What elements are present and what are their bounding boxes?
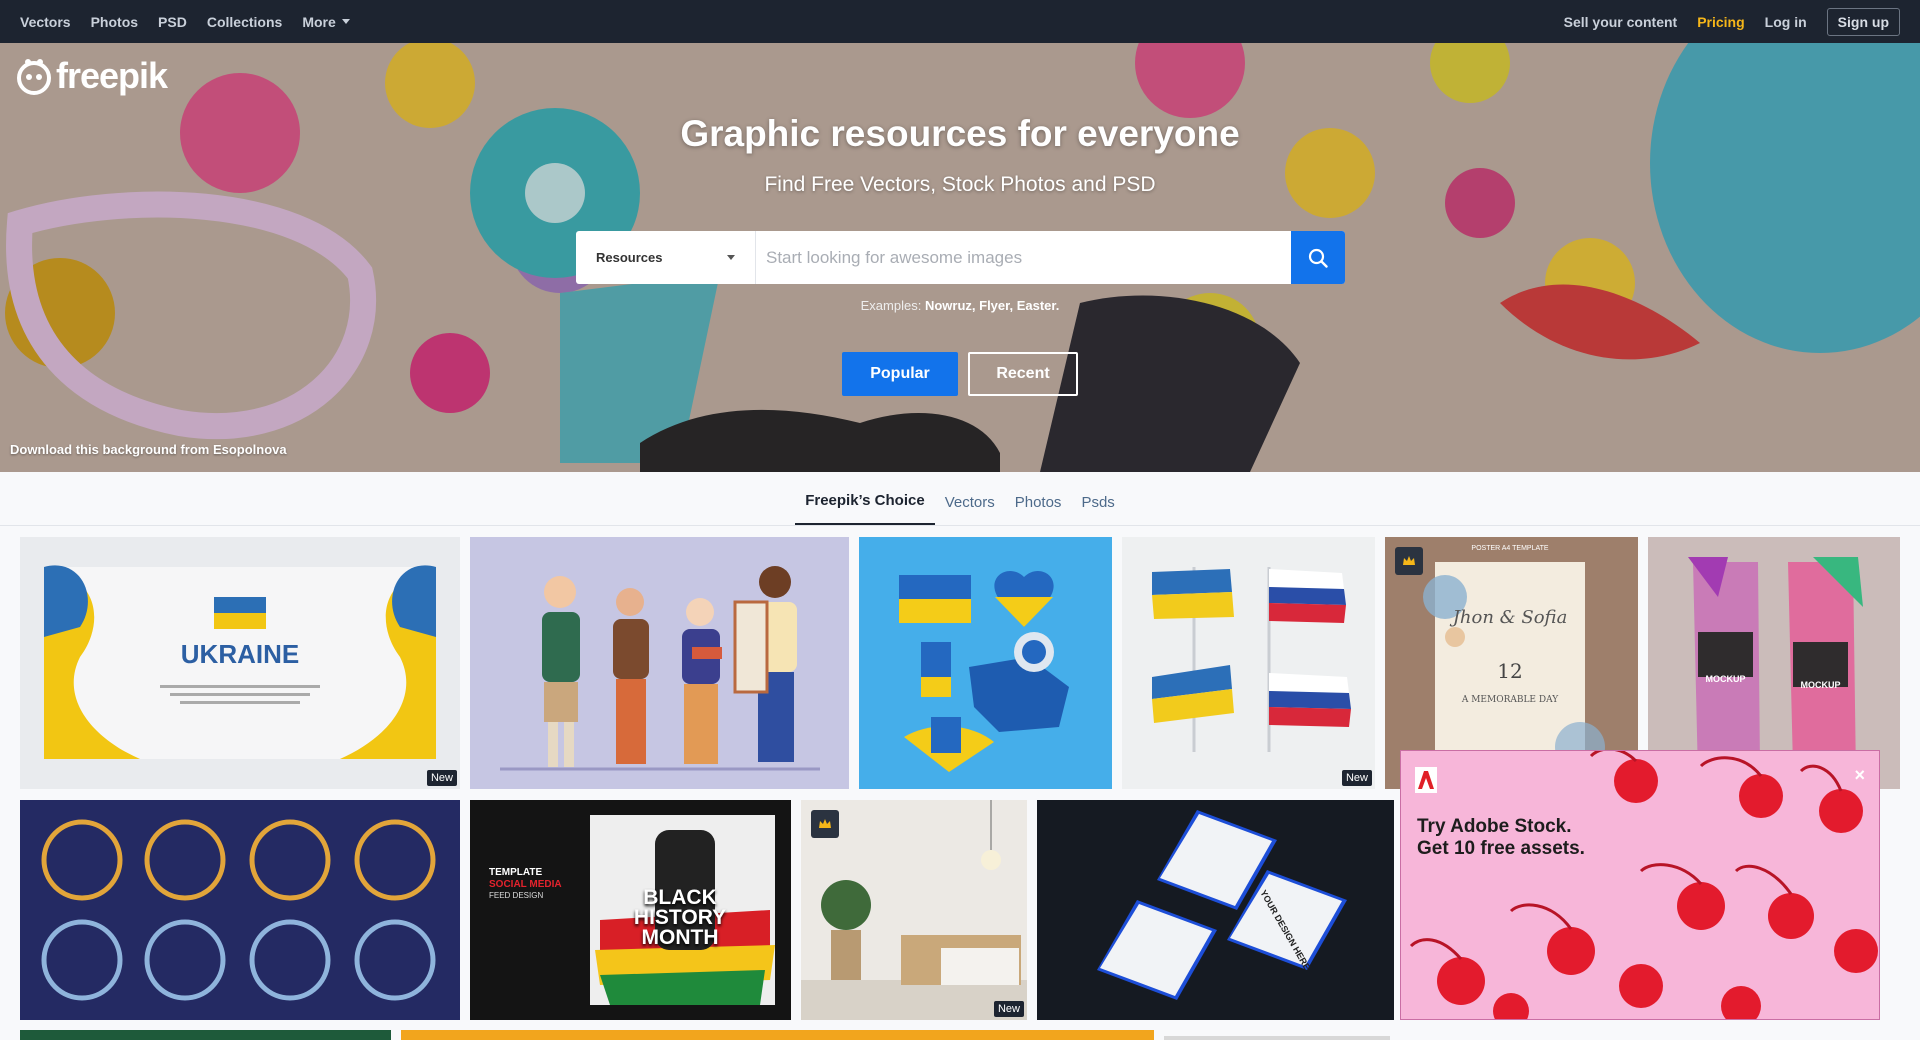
hero-title: Graphic resources for everyone xyxy=(680,113,1240,154)
adobe-stock-ad[interactable]: Try Adobe Stock. Get 10 free assets. × xyxy=(1400,750,1880,1020)
ad-close-icon[interactable]: × xyxy=(1854,765,1865,786)
bhm-feed-label: FEED DESIGN xyxy=(489,891,544,900)
hero-buttons: Popular Recent xyxy=(0,352,1920,396)
image-tile-ukraine-banner[interactable]: UKRAINE New xyxy=(20,537,460,789)
premium-badge xyxy=(1395,547,1423,575)
tab-freepik-choice[interactable]: Freepik’s Choice xyxy=(795,492,935,525)
image-tile-frames[interactable] xyxy=(20,800,460,1020)
ukraine-banner-text: UKRAINE xyxy=(180,639,300,669)
tab-vectors[interactable]: Vectors xyxy=(935,494,1005,525)
freepik-logo-icon xyxy=(17,59,51,95)
students-illustration xyxy=(470,537,849,789)
search-input[interactable] xyxy=(756,231,1291,284)
new-badge: New xyxy=(993,1001,1024,1017)
search-bar: Resources xyxy=(576,231,1345,284)
crown-icon xyxy=(1403,556,1415,565)
new-badge: New xyxy=(426,770,457,786)
flags-image xyxy=(1122,537,1375,789)
adobe-logo-icon xyxy=(1415,767,1437,793)
recent-button[interactable]: Recent xyxy=(968,352,1078,396)
phone-mockup-image xyxy=(1037,800,1394,1020)
invite-date: 12 xyxy=(1497,659,1523,683)
bhm-social-label: SOCIAL MEDIA xyxy=(489,879,562,890)
invite-footer: A MEMORABLE DAY xyxy=(1461,695,1559,705)
background-credit-link[interactable]: Download this background from Esopolnova xyxy=(10,442,287,457)
popular-button[interactable]: Popular xyxy=(842,352,958,396)
top-nav: Vectors Photos PSD Collections More Sell… xyxy=(0,0,1920,43)
bhm-template-label: TEMPLATE xyxy=(489,867,543,878)
example-link-flyer[interactable]: Flyer, xyxy=(979,298,1013,313)
cherries-pattern xyxy=(1409,751,1878,1019)
freepik-logo-text: freepik xyxy=(56,55,168,96)
hero-subtitle: Find Free Vectors, Stock Photos and PSD xyxy=(764,173,1156,196)
resource-type-dropdown[interactable]: Resources xyxy=(576,231,756,284)
caret-down-icon xyxy=(727,255,735,260)
search-examples: Examples: Nowruz, Flyer, Easter. xyxy=(0,298,1920,313)
mockup-label-right: MOCKUP xyxy=(1800,680,1841,690)
content-tabs: Freepik’s Choice Vectors Photos Psds xyxy=(0,472,1920,526)
game-frames-image xyxy=(20,800,460,1020)
image-tile-interior[interactable]: New xyxy=(801,800,1027,1020)
premium-badge xyxy=(811,810,839,838)
ad-title: Try Adobe Stock. Get 10 free assets. xyxy=(1417,816,1585,860)
ad-title-line1: Try Adobe Stock. xyxy=(1417,816,1572,837)
nav-more-label: More xyxy=(302,13,336,30)
nav-pricing[interactable]: Pricing xyxy=(1697,14,1744,30)
image-tile-phone-mockup[interactable]: YOUR DESIGN HERE xyxy=(1037,800,1394,1020)
freepik-logo[interactable]: freepik xyxy=(14,55,168,97)
invite-names: Jhon & Sofia xyxy=(1452,607,1568,628)
nav-sell-content[interactable]: Sell your content xyxy=(1564,14,1678,30)
tab-photos[interactable]: Photos xyxy=(1005,494,1072,525)
search-button[interactable] xyxy=(1291,231,1345,284)
new-badge: New xyxy=(1341,770,1372,786)
image-tile-black-history[interactable]: TEMPLATE SOCIAL MEDIA FEED DESIGN BLACK … xyxy=(470,800,791,1020)
nav-collections[interactable]: Collections xyxy=(207,14,282,30)
nav-right: Sell your content Pricing Log in Sign up xyxy=(1544,7,1900,36)
search-icon xyxy=(1308,248,1328,268)
ad-title-line2: Get 10 free assets. xyxy=(1417,838,1585,859)
ukraine-symbols-image xyxy=(859,537,1112,789)
example-link-nowruz[interactable]: Nowruz, xyxy=(925,298,976,313)
nav-vectors[interactable]: Vectors xyxy=(20,14,71,30)
nav-left: Vectors Photos PSD Collections More xyxy=(20,14,370,30)
nav-psd[interactable]: PSD xyxy=(158,14,187,30)
nav-photos[interactable]: Photos xyxy=(91,14,138,30)
crown-icon xyxy=(819,819,831,828)
mockup-label-left: MOCKUP xyxy=(1705,674,1746,684)
image-tile-partial-orange[interactable] xyxy=(401,1030,1154,1040)
image-tile-partial-green[interactable] xyxy=(20,1030,391,1040)
image-tile-flags[interactable]: New xyxy=(1122,537,1375,789)
resource-type-label: Resources xyxy=(596,250,663,265)
signup-button[interactable]: Sign up xyxy=(1826,7,1900,36)
nav-login[interactable]: Log in xyxy=(1765,14,1807,30)
nav-more[interactable]: More xyxy=(302,13,350,30)
image-tile-partial-gray[interactable] xyxy=(1164,1036,1390,1040)
examples-label: Examples: xyxy=(860,298,922,313)
hero-banner: freepik Graphic resources for everyone F… xyxy=(0,43,1920,472)
example-link-easter[interactable]: Easter. xyxy=(1017,298,1060,313)
image-tile-ukraine-symbols[interactable] xyxy=(859,537,1112,789)
invite-header-text: POSTER A4 TEMPLATE xyxy=(1471,545,1549,552)
caret-down-icon xyxy=(341,19,350,24)
bhm-title: BLACK HISTORY MONTH xyxy=(633,886,727,949)
image-tile-students[interactable] xyxy=(470,537,849,789)
tab-psds[interactable]: Psds xyxy=(1071,494,1124,525)
